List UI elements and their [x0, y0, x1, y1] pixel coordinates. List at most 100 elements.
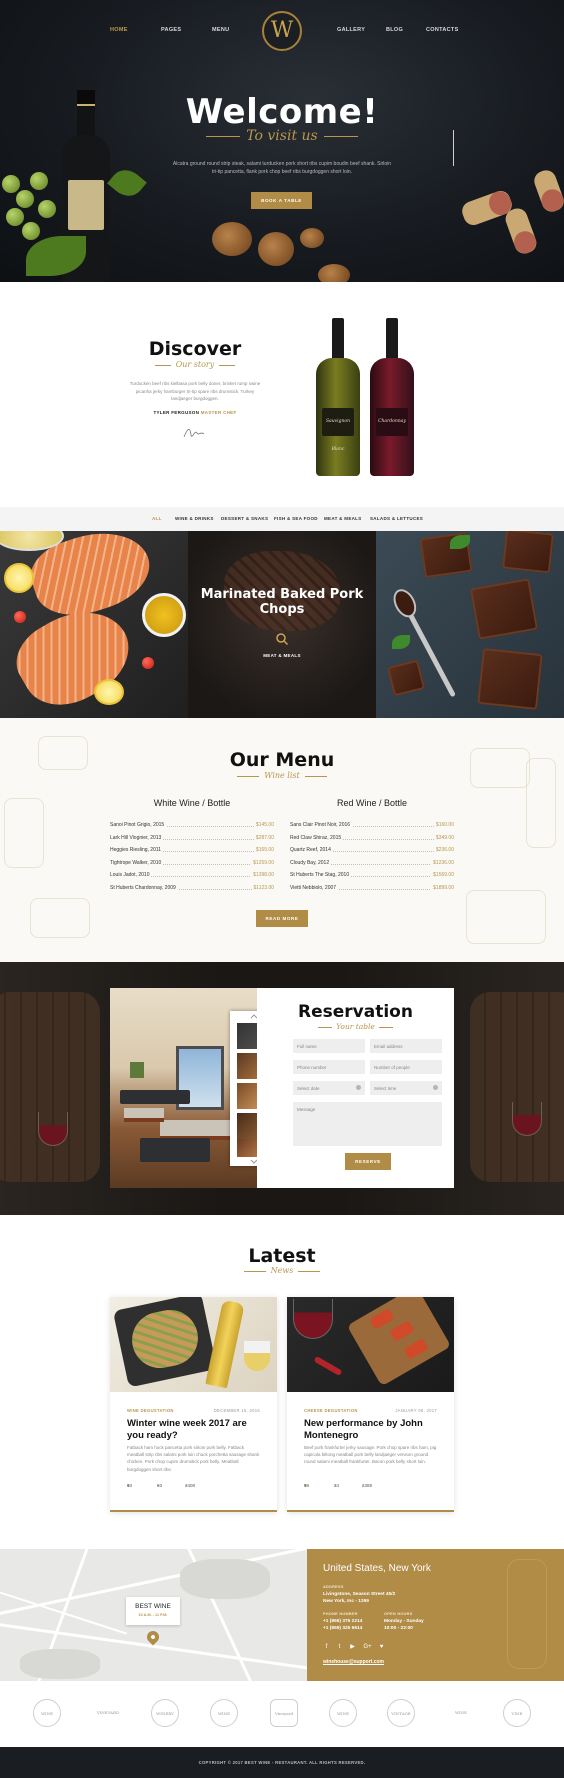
mint-leaf-image	[392, 635, 410, 649]
hours-time: 10:00 - 22:00	[384, 1625, 413, 1631]
news-title[interactable]: Winter wine week 2017 are you ready?	[127, 1418, 262, 1441]
hero-text: Alcatra ground round strip steak, salami…	[172, 161, 392, 175]
partner-logo[interactable]: WINE	[329, 1699, 357, 1727]
menu-item: St Huberts The Stag, 2010 $1569.00	[290, 872, 454, 879]
location-map[interactable]: BEST WINE 10 A.M. - 11 P.M.	[0, 1549, 307, 1681]
site-footer: COPYRIGHT © 2017 BEST WINE - RESTAURANT.…	[0, 1747, 564, 1778]
contact-email-link[interactable]: winehouse@support.com	[323, 1659, 384, 1665]
news-excerpt: Fatback ham hock pancetta pork sirloin p…	[127, 1445, 260, 1472]
nav-menu[interactable]: MENU	[212, 27, 229, 33]
nav-home[interactable]: HOME	[110, 27, 128, 33]
youtube-icon[interactable]: ▶	[349, 1644, 356, 1651]
filter-dessert-snaks[interactable]: DESSERT & SNAKS	[221, 516, 268, 521]
walnut-image	[318, 264, 350, 282]
partner-logo[interactable]: WINERY	[151, 1699, 179, 1727]
brownie-image	[502, 531, 554, 574]
phone-number[interactable]: +1 (869) 325 6614	[323, 1626, 362, 1633]
filter-fish-seafood[interactable]: FISH & SEA FOOD	[274, 516, 318, 521]
email-field[interactable]: Email address	[370, 1039, 442, 1053]
cork-image	[531, 167, 564, 215]
latest-subtitle: News	[0, 1266, 564, 1275]
barrel-image	[0, 992, 100, 1182]
nav-blog[interactable]: BLOG	[386, 27, 403, 33]
bench-image	[120, 1090, 190, 1104]
heart-icon[interactable]: ♥	[378, 1644, 385, 1651]
menu-item: Quartz Reef, 2014 $236.00	[290, 847, 454, 854]
clock-icon	[433, 1085, 438, 1090]
filter-wine-drinks[interactable]: WINE & DRINKS	[175, 516, 214, 521]
full-name-field[interactable]: Full name	[293, 1039, 365, 1053]
news-category[interactable]: CHEESE DEGUSTATION	[304, 1408, 358, 1413]
gallery-item-title: Marinated Baked Pork Chops	[200, 587, 364, 617]
hero-section: HOME PAGES MENU GALLERY BLOG CONTACTS W …	[0, 0, 564, 282]
time-field[interactable]: Select time	[370, 1081, 442, 1095]
news-date: JANUARY 08, 2017	[395, 1408, 437, 1413]
brownie-image	[477, 648, 543, 710]
partner-logo[interactable]: WINE	[33, 1699, 61, 1727]
red-wine-bottle: Chardonnay	[370, 318, 414, 478]
read-more-button[interactable]: READ MORE	[256, 910, 308, 927]
chocolate-image	[386, 659, 426, 697]
menu-subtitle: Wine list	[0, 771, 564, 780]
table-image	[124, 1108, 164, 1122]
news-card[interactable]: CHEESE DEGUSTATION JANUARY 08, 2017 New …	[287, 1297, 454, 1512]
nav-gallery[interactable]: GALLERY	[337, 27, 365, 33]
gallery-filter-bar: ALL WINE & DRINKS DESSERT & SNAKS FISH &…	[0, 507, 564, 531]
brownie-image	[469, 578, 539, 640]
partner-logo[interactable]: WINE	[210, 1699, 238, 1727]
filter-salads-lettuces[interactable]: SALADS & LETTUCES	[370, 516, 423, 521]
menu-item: Red Claw Shiraz, 2015 $349.00	[290, 834, 454, 841]
news-card[interactable]: WINE DEGUSTATION DECEMBER 15, 2016 Winte…	[110, 1297, 277, 1512]
partner-logo[interactable]: Vineyard	[270, 1699, 298, 1727]
partner-logos: WINE VINEYARD WINERY WINE Vineyard WINE …	[0, 1681, 564, 1747]
menu-item: St Huberts Chardonnay, 2009 $1123.00	[110, 884, 274, 891]
reserve-button[interactable]: RESERVE	[345, 1153, 391, 1170]
phone-label: PHONE NUMBER	[323, 1612, 358, 1616]
chef-role: MASTER CHEF	[200, 410, 237, 415]
grape-image	[30, 172, 48, 190]
news-title[interactable]: New performance by John Montenegro	[304, 1418, 439, 1441]
twitter-icon[interactable]: t	[336, 1644, 343, 1651]
facebook-icon[interactable]: f	[323, 1644, 330, 1651]
walnut-image	[212, 222, 252, 256]
message-field[interactable]: Message	[293, 1102, 442, 1146]
partner-logo[interactable]: WINE	[444, 1699, 478, 1727]
slider-indicator[interactable]	[453, 130, 454, 166]
filter-all[interactable]: ALL	[152, 516, 162, 521]
nav-pages[interactable]: PAGES	[161, 27, 181, 33]
people-field[interactable]: Number of people	[370, 1060, 442, 1074]
discover-title: Discover	[148, 338, 242, 360]
nav-contacts[interactable]: CONTACTS	[426, 27, 459, 33]
barrel-image	[470, 992, 564, 1182]
menu-column-white: White Wine / Bottle Sanoi Pinot Grigio, …	[110, 798, 274, 898]
address-line: New York, Inc - 1269	[323, 1598, 369, 1604]
gallery-item-salmon[interactable]	[0, 531, 188, 718]
gallery-item-pork-chops[interactable]: Marinated Baked Pork Chops MEAT & MEALS	[188, 531, 376, 718]
calendar-icon	[356, 1085, 361, 1090]
google-plus-icon[interactable]: G+	[362, 1644, 373, 1651]
filter-meat-meals[interactable]: MEAT & MEALS	[324, 516, 362, 521]
site-logo[interactable]: W	[258, 10, 306, 52]
contact-panel: United States, New York ADDRESS Livingst…	[307, 1549, 564, 1681]
bench-image	[140, 1138, 210, 1162]
news-category[interactable]: WINE DEGUSTATION	[127, 1408, 174, 1413]
partner-logo[interactable]: VINEYARD	[91, 1699, 125, 1727]
search-icon[interactable]	[275, 632, 289, 646]
walnut-image	[258, 232, 294, 266]
partner-logo[interactable]: VINE	[503, 1699, 531, 1727]
bottle-label: Chardonnay	[376, 408, 408, 436]
date-field[interactable]: Select date	[293, 1081, 365, 1095]
book-table-button[interactable]: BOOK A TABLE	[251, 192, 312, 209]
copyright-text: COPYRIGHT © 2017 BEST WINE - RESTAURANT.…	[198, 1760, 366, 1765]
grape-image	[38, 200, 56, 218]
table-image	[160, 1120, 230, 1140]
grape-image	[22, 222, 40, 240]
hours-label: OPEN HOURS	[384, 1612, 413, 1616]
phone-field[interactable]: Phone number	[293, 1060, 365, 1074]
lemon-image	[94, 679, 124, 705]
signature-image	[183, 428, 205, 438]
gallery-item-brownies[interactable]	[376, 531, 564, 718]
menu-item: Lark Hill Viognier, 2013 $287.00	[110, 834, 274, 841]
partner-logo[interactable]: VINTAGE	[387, 1699, 415, 1727]
discover-subtitle: Our story	[120, 360, 270, 369]
